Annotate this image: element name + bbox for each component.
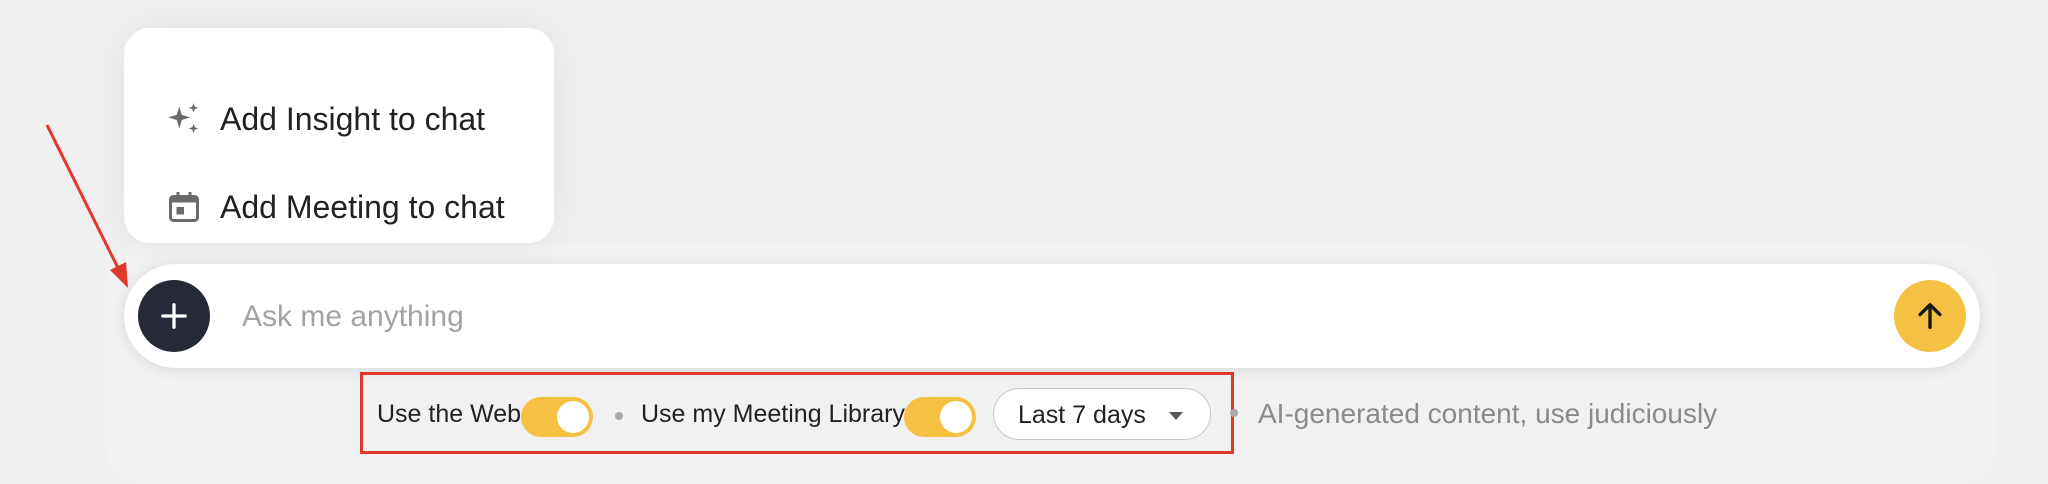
- use-web-toggle[interactable]: [521, 397, 593, 437]
- menu-item-label: Add Meeting to chat: [220, 188, 505, 225]
- add-context-button[interactable]: [138, 280, 210, 352]
- menu-item-label: Add Insight to chat: [220, 100, 486, 137]
- calendar-icon: [164, 187, 204, 227]
- menu-item-add-meeting[interactable]: Add Meeting to chat: [164, 179, 505, 235]
- ai-disclaimer: AI-generated content, use judiciously: [1258, 398, 1718, 429]
- separator-dot: [615, 412, 623, 420]
- use-web-label: Use the Web: [377, 400, 522, 428]
- plus-icon: [161, 303, 187, 329]
- chat-options-row: Use the Web Use my Meeting Library Last …: [360, 372, 1234, 454]
- caret-down-icon: [1169, 412, 1183, 420]
- toggle-knob: [940, 401, 972, 433]
- send-button[interactable]: [1894, 280, 1966, 352]
- arrow-up-icon: [1918, 302, 1942, 330]
- chat-input-bar: [124, 264, 1980, 368]
- use-library-label: Use my Meeting Library: [641, 400, 905, 428]
- use-library-toggle[interactable]: [904, 397, 976, 437]
- attach-menu: Add Insight to chat Add Meeting to chat: [124, 28, 554, 243]
- chat-input[interactable]: [240, 286, 1744, 348]
- menu-item-add-insight[interactable]: Add Insight to chat: [164, 91, 485, 147]
- sparkle-icon: [164, 99, 204, 139]
- time-range-dropdown[interactable]: Last 7 days: [993, 388, 1211, 440]
- toggle-knob: [557, 401, 589, 433]
- separator-dot: [1230, 409, 1238, 417]
- time-range-value: Last 7 days: [1018, 401, 1146, 429]
